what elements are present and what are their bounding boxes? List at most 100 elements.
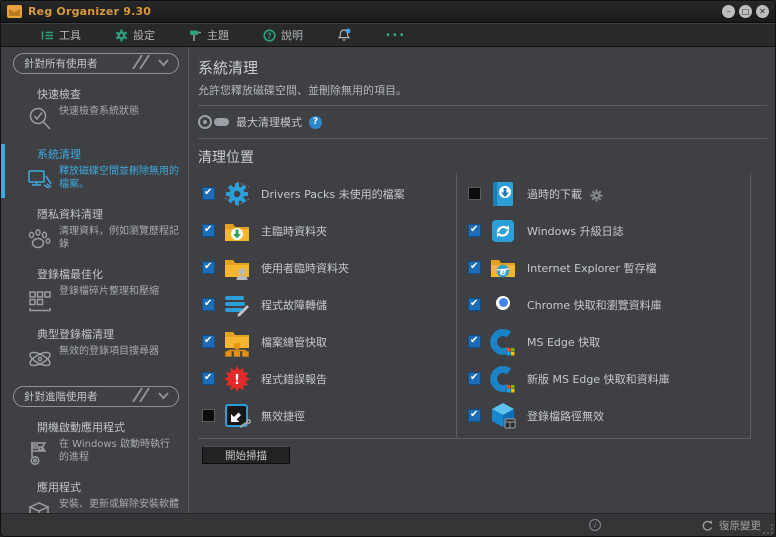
menu-settings[interactable]: 設定 [115,27,155,43]
checkbox[interactable] [202,335,215,348]
menu-theme-label: 主題 [207,29,229,42]
cleanup-item-edge-cache[interactable]: MS Edge 快取 [464,323,750,360]
sidebar-item-title: 系統清理 [37,148,81,161]
status-bar: i 復原變更 [1,513,775,536]
sidebar-item-system-cleanup[interactable]: 系統清理 釋放磁碟空間並刪除無用的檔案。 [1,142,179,200]
cleanup-item-label: 新版 MS Edge 快取和資料庫 [527,372,670,386]
checkbox[interactable] [202,298,215,311]
title-bar: Reg Organizer 9.30 – □ ✕ [1,1,775,23]
page-subtitle: 允許您釋放磁碟空間、並刪除無用的項目。 [198,84,407,97]
cleanup-item-error-reports[interactable]: ! 程式錯誤報告 [198,360,456,397]
cleanup-item-label: 程式故障轉儲 [261,298,327,312]
sidebar-item-subtitle: 無效的登錄項目搜尋器 [59,346,159,357]
sidebar-item-startup-apps[interactable]: 開機啟動應用程式 在 Windows 啟動時執行的進程 [13,415,179,473]
cleanup-item-invalid-registry-paths[interactable]: 登錄檔路徑無效 [464,397,750,434]
checkbox[interactable] [202,187,215,200]
sidebar-item-subtitle: 安裝、更新或解除安裝軟體 [59,499,179,510]
folder-user-icon [222,253,252,283]
cleanup-item-label: 過時的下載 [527,187,582,201]
help-circle-icon: ? [263,28,276,42]
page-title: 系統清理 [198,59,259,77]
cleanup-item-outdated-downloads[interactable]: 過時的下載 [464,175,750,212]
maximize-button[interactable]: □ [739,5,752,18]
sidebar-item-title: 開機啟動應用程式 [37,421,125,434]
menu-tools[interactable]: 工具 [41,27,81,43]
group-all-users-dropdown[interactable]: 針對所有使用者 [13,53,179,74]
sidebar-item-privacy-cleanup[interactable]: 隱私資料清理 清理資料，例如瀏覽歷程記錄 [13,202,179,260]
cleanup-item-user-temp-folders[interactable]: 使用者臨時資料夾 [198,249,456,286]
sidebar-item-subtitle: 清理資料，例如瀏覽歷程記錄 [59,226,179,250]
stripes-decoration [131,54,153,72]
checkbox[interactable] [202,372,215,385]
max-cleanup-toggle-label: 最大清理模式 [236,116,302,129]
checkbox[interactable] [202,409,215,422]
section-title-cleanup-locations: 清理位置 [198,150,254,166]
cleanup-item-invalid-shortcuts[interactable]: 無效捷徑 [198,397,456,434]
checkbox[interactable] [468,372,481,385]
sidebar-item-quick-check[interactable]: 快速檢查 快速檢查系統狀態 [13,82,179,140]
menu-theme[interactable]: 主題 [189,27,229,43]
menu-help[interactable]: ? 說明 [263,27,303,43]
cleanup-item-chrome-cache[interactable]: Chrome 快取和瀏覽資料庫 [464,286,750,323]
info-icon[interactable]: i [589,519,601,531]
undo-icon [702,520,713,531]
drivers-gear-icon [222,179,252,209]
checkbox[interactable] [468,224,481,237]
menu-settings-label: 設定 [133,29,155,42]
group-advanced-users-dropdown[interactable]: 針對進階使用者 [13,386,179,407]
group-all-users-label: 針對所有使用者 [24,58,98,70]
cleanup-item-ie-temp-files[interactable]: e Internet Explorer 暫存檔 [464,249,750,286]
cleanup-item-label: Internet Explorer 暫存檔 [527,261,657,275]
close-button[interactable]: ✕ [756,5,769,18]
toggle-knob-icon [198,115,212,129]
item-settings-gear-icon[interactable] [590,187,603,202]
menu-bar: 工具 設定 主題 ? 說明 ••• [1,24,775,47]
cleanup-item-explorer-cache[interactable]: 檔案總管快取 [198,323,456,360]
sidebar-item-subtitle: 釋放磁碟空間並刪除無用的檔案。 [59,166,179,190]
sidebar-item-title: 快速檢查 [37,88,81,101]
app-window: Reg Organizer 9.30 – □ ✕ 工具 設定 主題 ? 說明 •… [0,0,776,537]
main-panel: 系統清理 允許您釋放磁碟空間、並刪除無用的項目。 最大清理模式 ? 清理位置 D… [189,47,775,513]
cleanup-item-windows-upgrade-logs[interactable]: Windows 升級日誌 [464,212,750,249]
tools-list-icon [41,29,54,42]
cleanup-item-new-edge-cache[interactable]: 新版 MS Edge 快取和資料庫 [464,360,750,397]
cleanup-item-label: MS Edge 快取 [527,335,601,349]
notifications-bell-icon[interactable] [337,28,351,42]
sidebar-item-subtitle: 在 Windows 啟動時執行的進程 [59,439,170,463]
sidebar-item-registry-optimization[interactable]: 登錄檔最佳化 登錄檔碎片整理和壓縮 [13,262,179,320]
sidebar-item-title: 應用程式 [37,481,81,494]
cleanup-item-label: Drivers Packs 未使用的檔案 [261,187,405,201]
start-scan-button[interactable]: 開始掃描 [202,446,290,464]
cleanup-item-crash-dumps[interactable]: 程式故障轉儲 [198,286,456,323]
menu-more-button[interactable]: ••• [385,30,406,41]
cleanup-item-label: 檔案總管快取 [261,335,327,349]
startup-flag-icon [25,437,55,467]
checkbox[interactable] [468,409,481,422]
minimize-button[interactable]: – [722,5,735,18]
checkbox[interactable] [202,224,215,237]
edge-icon [488,327,518,357]
magnifier-check-icon [25,104,55,134]
cleanup-item-label: 無效捷徑 [261,409,305,423]
help-icon[interactable]: ? [309,115,322,129]
checkbox[interactable] [468,298,481,311]
edge-icon [488,364,518,394]
stripes-decoration [131,387,153,405]
checkbox[interactable] [468,261,481,274]
system-clean-icon [25,164,55,194]
svg-text:e: e [500,267,507,278]
cleanup-item-drivers-packs[interactable]: Drivers Packs 未使用的檔案 [198,175,456,212]
cleanup-item-label: Windows 升級日誌 [527,224,624,238]
sidebar-item-typical-registry-cleanup[interactable]: 典型登錄檔清理 無效的登錄項目搜尋器 [13,322,179,380]
checkbox[interactable] [468,335,481,348]
undo-changes-button[interactable]: 復原變更 [701,518,761,533]
registry-cube-icon [488,401,518,431]
app-logo-icon [7,5,22,18]
checkbox[interactable] [202,261,215,274]
cleanup-item-label: 主臨時資料夾 [261,224,327,238]
resize-grip[interactable] [763,524,773,534]
error-burst-icon: ! [222,364,252,394]
max-cleanup-toggle[interactable] [198,115,229,129]
cleanup-item-main-temp-folder[interactable]: 主臨時資料夾 [198,212,456,249]
checkbox[interactable] [468,187,481,200]
